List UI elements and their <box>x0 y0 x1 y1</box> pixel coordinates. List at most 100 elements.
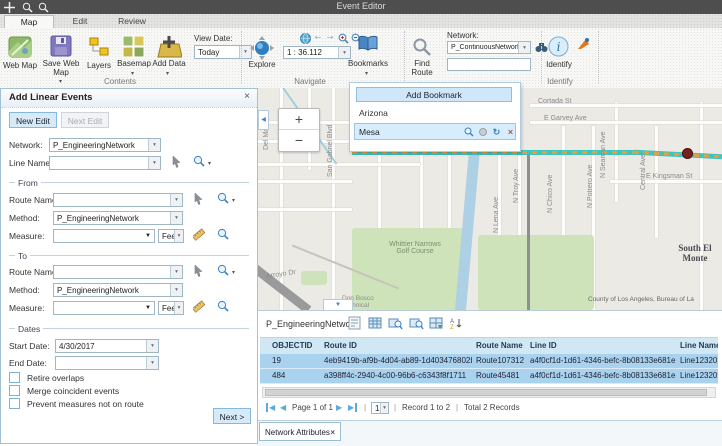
add-bookmark-button[interactable]: Add Bookmark <box>356 87 512 102</box>
caret-icon[interactable]: ▾ <box>148 157 160 169</box>
next-edit-button[interactable]: Next Edit <box>61 112 109 128</box>
identify-icon[interactable]: i <box>548 36 569 59</box>
bookmark-item-selected[interactable]: Mesa ↻ × <box>354 123 516 140</box>
tab-network-attributes[interactable]: Network Attributes × <box>259 422 341 441</box>
table-collapse-arrow[interactable]: ▼ <box>323 299 353 310</box>
from-unit-select[interactable]: Feet ▾ <box>158 229 184 243</box>
zoom-options-caret-icon[interactable]: ▾ <box>232 269 235 276</box>
start-date-select[interactable]: 4/30/2017 ▾ <box>55 339 159 353</box>
prevent-measures-checkbox[interactable] <box>9 398 20 409</box>
to-route-name-select[interactable]: ▾ <box>53 265 183 279</box>
retire-overlaps-checkbox[interactable] <box>9 372 20 383</box>
col-header[interactable]: Route Name <box>476 341 528 350</box>
zoom-to-icon[interactable] <box>217 228 231 242</box>
save-web-map-caret-icon[interactable]: ▾ <box>59 78 62 85</box>
scale-select[interactable]: 1 : 36.112 ▾ <box>283 46 351 59</box>
bookmark-item[interactable]: Arizona <box>356 107 512 120</box>
caret-icon[interactable]: ▾ <box>170 194 182 206</box>
zoom-to-icon[interactable] <box>217 192 231 206</box>
bookmark-refresh-icon[interactable]: ↻ <box>491 127 502 138</box>
explore-button[interactable]: Explore <box>246 61 278 70</box>
bookmarks-icon[interactable] <box>358 35 378 54</box>
caret-icon[interactable]: ▾ <box>174 230 183 242</box>
zoom-out-button[interactable]: − <box>279 130 319 150</box>
measure-caret-icon[interactable]: ▼ <box>145 305 151 311</box>
panel-collapse-arrow[interactable]: ◀ <box>258 110 269 130</box>
zoom-to-icon[interactable] <box>217 264 231 278</box>
select-on-map-icon[interactable] <box>193 264 207 278</box>
network-select[interactable]: P_ContinuousNetwork ▾ <box>447 41 531 54</box>
pan-to-selection-icon[interactable] <box>409 316 423 330</box>
col-header[interactable]: Line Name <box>680 341 718 350</box>
view-date-select[interactable]: Today ▾ <box>194 45 252 59</box>
flag-icon[interactable] <box>577 37 590 52</box>
merge-coincident-checkbox[interactable] <box>9 385 20 396</box>
table-select-icon[interactable] <box>348 316 362 330</box>
select-on-map-icon[interactable] <box>193 192 207 206</box>
map-zoom-in-icon[interactable] <box>338 33 349 46</box>
new-edit-button[interactable]: New Edit <box>9 112 57 128</box>
horizontal-scrollbar[interactable] <box>262 387 716 398</box>
tab-close-icon[interactable]: × <box>330 423 335 442</box>
measure-ruler-icon[interactable] <box>193 300 207 314</box>
col-header[interactable]: Line ID <box>530 341 678 350</box>
switch-selection-icon[interactable] <box>429 316 443 330</box>
first-page-icon[interactable]: ◀ <box>266 403 275 412</box>
find-route-button[interactable]: Find Route <box>405 60 439 77</box>
table-row[interactable]: 484 a398ff4c-2940-4c00-96b6-c6343f8f1711… <box>260 369 718 384</box>
prev-page-icon[interactable]: ◀ <box>280 403 286 412</box>
web-map-icon[interactable] <box>8 35 32 61</box>
table-row[interactable]: 19 4eb9419b-af9b-4d04-ab89-1d403476802b … <box>260 354 718 369</box>
basemap-icon[interactable] <box>122 35 145 60</box>
zoom-options-caret-icon[interactable]: ▾ <box>232 197 235 204</box>
caret-icon[interactable]: ▾ <box>380 403 388 413</box>
find-route-input[interactable] <box>447 58 531 71</box>
network-caret-icon[interactable]: ▾ <box>518 42 530 53</box>
zoom-to-selection-icon[interactable] <box>388 316 402 330</box>
bookmark-pan-icon[interactable] <box>477 127 488 138</box>
to-unit-select[interactable]: Feet ▾ <box>158 301 184 315</box>
basemap-button[interactable]: Basemap <box>114 60 154 69</box>
caret-icon[interactable]: ▾ <box>148 139 160 151</box>
scale-caret-icon[interactable]: ▾ <box>338 47 350 58</box>
line-name-select[interactable]: ▾ <box>49 156 161 170</box>
bookmark-remove-icon[interactable]: × <box>505 127 516 138</box>
tab-review[interactable]: Review <box>108 15 156 27</box>
tab-edit[interactable]: Edit <box>56 15 104 27</box>
zoom-options-caret-icon[interactable]: ▾ <box>208 160 211 167</box>
next-page-icon[interactable]: ▶ <box>336 403 342 412</box>
end-date-select[interactable]: ▾ <box>55 356 159 370</box>
save-web-map-button[interactable]: Save Web Map <box>42 60 80 77</box>
bookmarks-button[interactable]: Bookmarks <box>346 60 390 69</box>
from-route-name-select[interactable]: ▾ <box>53 193 183 207</box>
panel-network-select[interactable]: P_EngineeringNetwork ▾ <box>49 138 161 152</box>
identify-button[interactable]: Identify <box>542 61 576 70</box>
add-data-button[interactable]: Add Data <box>150 60 188 69</box>
caret-icon[interactable]: ▾ <box>170 266 182 278</box>
explore-icon[interactable] <box>250 36 274 62</box>
col-header[interactable]: Route ID <box>324 341 472 350</box>
zoom-to-icon[interactable] <box>217 300 231 314</box>
from-method-select[interactable]: P_EngineeringNetwork ▾ <box>53 211 183 225</box>
layers-icon[interactable] <box>88 36 110 60</box>
measure-caret-icon[interactable]: ▼ <box>145 233 151 239</box>
layers-button[interactable]: Layers <box>82 62 116 71</box>
globe-icon[interactable] <box>300 33 311 46</box>
caret-icon[interactable]: ▾ <box>146 340 158 352</box>
bookmarks-caret-icon[interactable]: ▾ <box>365 70 368 77</box>
bookmark-zoom-icon[interactable] <box>463 127 474 138</box>
scrollbar-thumb[interactable] <box>265 389 707 396</box>
add-data-caret-icon[interactable]: ▾ <box>166 70 169 77</box>
basemap-caret-icon[interactable]: ▾ <box>131 70 134 77</box>
last-page-icon[interactable]: ▶ <box>348 403 357 412</box>
to-measure-input[interactable]: ▼ <box>53 301 155 315</box>
save-web-map-icon[interactable] <box>50 35 72 59</box>
zoom-to-icon[interactable] <box>193 155 207 169</box>
tab-map[interactable]: Map <box>4 15 54 28</box>
zoom-in-button[interactable]: + <box>279 109 319 130</box>
find-route-icon[interactable] <box>413 38 431 58</box>
from-measure-input[interactable]: ▼ <box>53 229 155 243</box>
table-grid-icon[interactable] <box>368 316 382 330</box>
select-on-map-icon[interactable] <box>171 155 185 169</box>
caret-icon[interactable]: ▾ <box>146 357 158 369</box>
